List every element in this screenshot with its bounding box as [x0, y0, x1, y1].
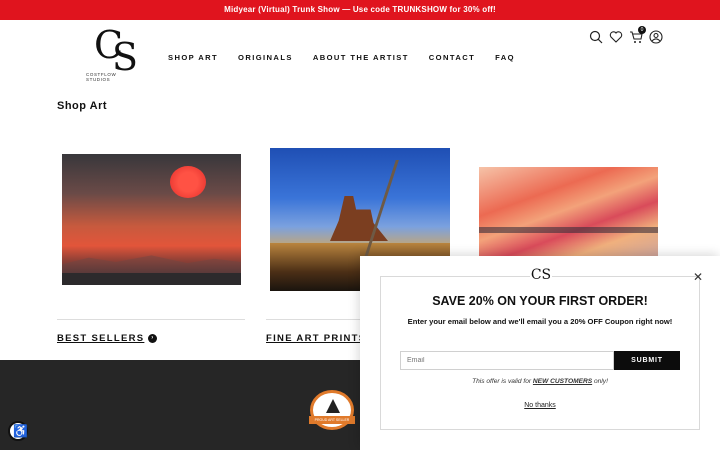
- offer-note-suffix: only!: [592, 378, 608, 385]
- cart-count-badge: 0: [638, 26, 646, 34]
- new-customers-label: NEW CUSTOMERS: [532, 378, 593, 385]
- submit-button[interactable]: SUBMIT: [614, 351, 680, 370]
- search-icon[interactable]: [589, 30, 603, 44]
- fine-art-prints-link[interactable]: FINE ART PRINTS: [266, 333, 366, 344]
- ground: [62, 273, 241, 285]
- popup-logo: CS: [530, 265, 552, 287]
- page-title: Shop Art: [57, 100, 108, 112]
- account-icon[interactable]: [649, 30, 663, 44]
- close-icon[interactable]: ✕: [693, 270, 703, 284]
- best-sellers-image[interactable]: [62, 154, 241, 285]
- badge-mountain-icon: [326, 399, 340, 413]
- proud-art-seller-badge: PROUD ART SELLER: [309, 390, 355, 430]
- fine-art-prints-label: FINE ART PRINTS: [266, 333, 367, 344]
- popup-title: SAVE 20% ON YOUR FIRST ORDER!: [432, 294, 648, 308]
- popup-description: Enter your email below and we'll email y…: [407, 317, 673, 326]
- abstract-band: [479, 227, 658, 233]
- main-nav: SHOP ART ORIGINALS ABOUT THE ARTIST CONT…: [168, 53, 515, 62]
- logo-subtitle: COSTFLOW STUDIOS: [86, 72, 117, 82]
- mountain-ridge: [62, 255, 241, 273]
- email-field[interactable]: [400, 351, 614, 370]
- logo-monogram-s: S: [112, 35, 139, 79]
- best-sellers-link[interactable]: BEST SELLERS ›: [57, 333, 158, 344]
- nav-faq[interactable]: FAQ: [495, 53, 515, 62]
- badge-ribbon: PROUD ART SELLER: [309, 416, 355, 424]
- originals-image[interactable]: [479, 167, 658, 267]
- header-icons: [589, 30, 663, 44]
- nav-about-the-artist[interactable]: ABOUT THE ARTIST: [313, 53, 409, 62]
- arrow-right-icon: ›: [148, 334, 158, 343]
- heart-icon[interactable]: [609, 30, 623, 44]
- accessibility-button[interactable]: ♿: [8, 421, 28, 441]
- site-logo[interactable]: C S COSTFLOW STUDIOS: [86, 26, 142, 88]
- sunset-sun: [170, 166, 206, 198]
- offer-note-prefix: This offer is valid for: [472, 378, 533, 385]
- best-sellers-label: BEST SELLERS: [57, 333, 145, 344]
- no-thanks-link[interactable]: No thanks: [360, 402, 720, 409]
- offer-note: This offer is valid for NEW CUSTOMERS on…: [360, 378, 720, 385]
- nav-shop-art[interactable]: SHOP ART: [168, 53, 218, 62]
- announcement-bar: Midyear (Virtual) Trunk Show — Use code …: [0, 0, 720, 20]
- accessibility-icon: ♿: [13, 424, 28, 438]
- divider-fine-art: [266, 319, 362, 320]
- nav-contact[interactable]: CONTACT: [429, 53, 475, 62]
- divider-best-sellers: [57, 319, 245, 320]
- nav-originals[interactable]: ORIGINALS: [238, 53, 293, 62]
